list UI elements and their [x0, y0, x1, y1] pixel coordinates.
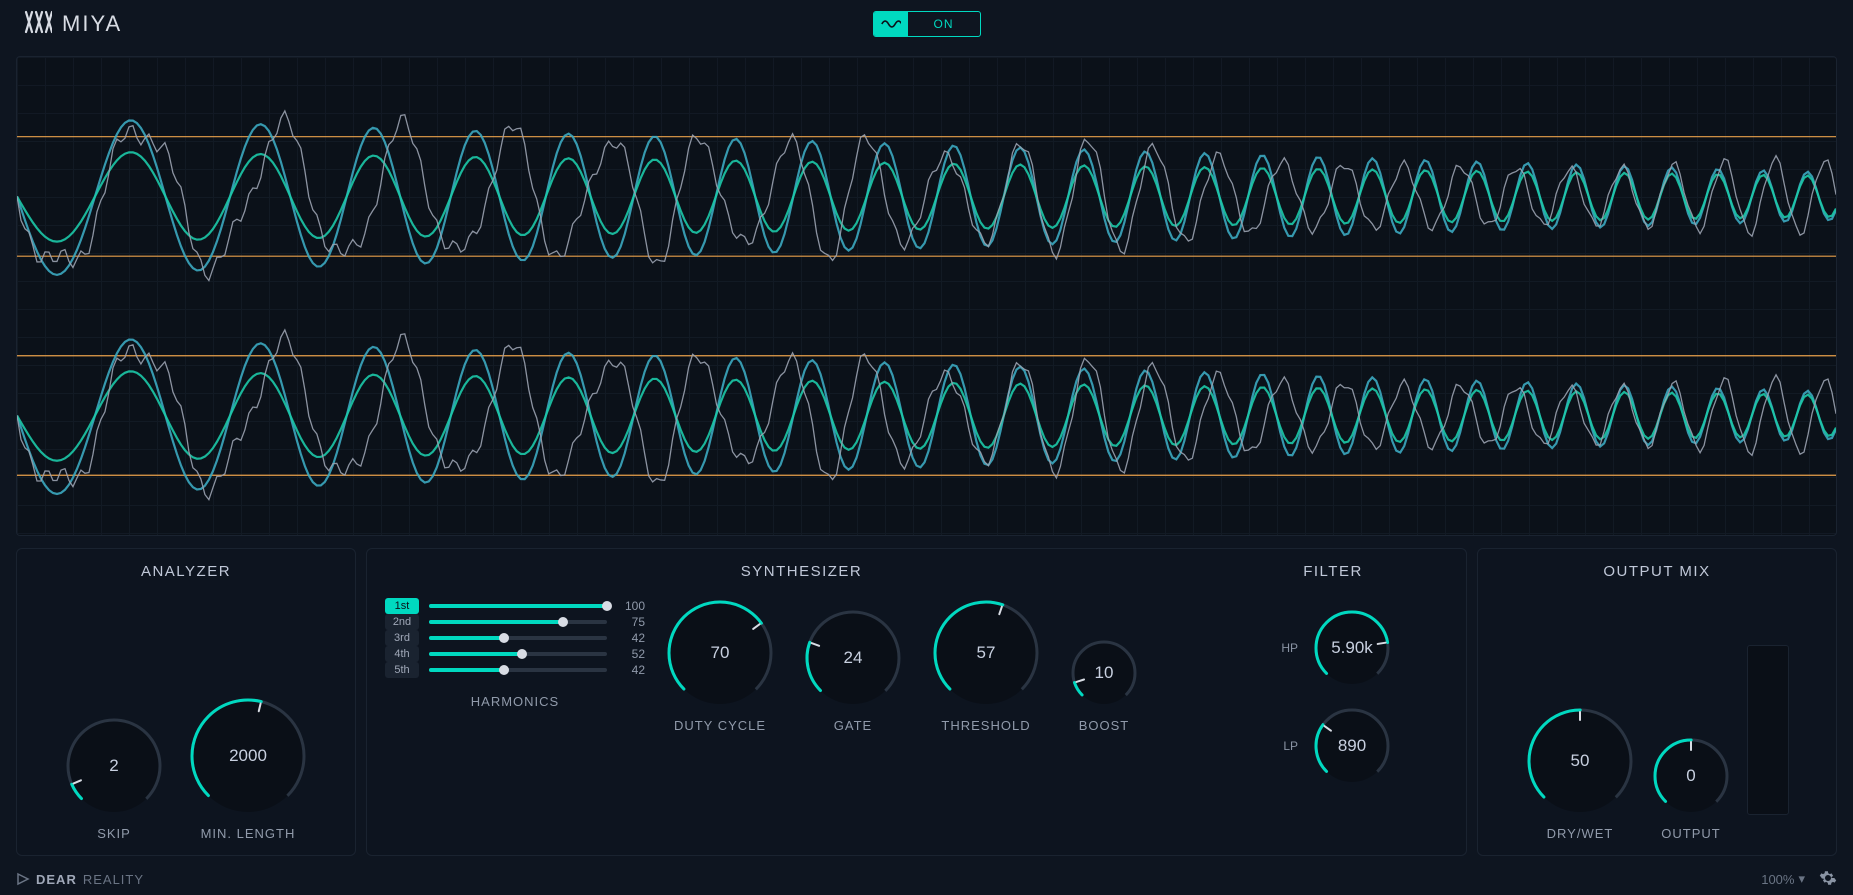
harmonics-label: HARMONICS	[385, 694, 645, 709]
settings-button[interactable]	[1819, 869, 1837, 890]
analyzer-title: ANALYZER	[35, 563, 337, 580]
dry-wet-label: DRY/WET	[1547, 826, 1614, 841]
harmonic-slider-5[interactable]: 5th 42	[385, 662, 645, 678]
harmonic-label: 3rd	[385, 630, 419, 646]
min-length-knob[interactable]: 2000	[188, 696, 308, 816]
synthesizer-panel: SYNTHESIZER 1st 100 2nd 75 3rd 42 4th	[366, 548, 1467, 856]
waveform-display	[16, 56, 1837, 536]
synthesizer-title: SYNTHESIZER	[385, 563, 1218, 580]
footer: DEAR REALITY 100% ▾	[0, 863, 1853, 895]
output-meters	[1747, 645, 1789, 815]
header: MIYA ON	[0, 0, 1853, 48]
duty-cycle-label: DUTY CYCLE	[674, 718, 766, 733]
harmonic-track[interactable]	[429, 652, 607, 656]
brand-logo-icon	[24, 10, 52, 39]
brand-footer: DEAR REALITY	[16, 872, 144, 887]
output-knob[interactable]: 0	[1651, 736, 1731, 816]
brand-triangle-icon	[16, 872, 30, 886]
threshold-label: THRESHOLD	[941, 718, 1030, 733]
output-panel: OUTPUT MIX 50 DRY/WET 0 OUTPUT	[1477, 548, 1837, 856]
zoom-value: 100%	[1761, 872, 1794, 887]
harmonic-label: 5th	[385, 662, 419, 678]
threshold-knob[interactable]: 57	[931, 598, 1041, 708]
harmonic-slider-4[interactable]: 4th 52	[385, 646, 645, 662]
harmonic-slider-3[interactable]: 3rd 42	[385, 630, 645, 646]
output-label: OUTPUT	[1661, 826, 1720, 841]
harmonic-track[interactable]	[429, 668, 607, 672]
waveform-canvas	[17, 57, 1836, 535]
harmonic-label: 4th	[385, 646, 419, 662]
lp-label: LP	[1274, 739, 1298, 753]
gear-icon	[1819, 869, 1837, 887]
harmonic-value: 42	[617, 631, 645, 645]
analyzer-panel: ANALYZER 2 SKIP 2000 MIN. LENGTH	[16, 548, 356, 856]
gate-label: GATE	[834, 718, 872, 733]
hp-label: HP	[1274, 641, 1298, 655]
harmonic-label: 1st	[385, 598, 419, 614]
chevron-down-icon: ▾	[1798, 871, 1805, 887]
hp-knob[interactable]: 5.90k	[1312, 608, 1392, 688]
gate-knob[interactable]: 24	[803, 608, 903, 708]
output-title: OUTPUT MIX	[1496, 563, 1818, 580]
skip-label: SKIP	[97, 826, 131, 841]
brand-light: REALITY	[83, 872, 144, 887]
harmonic-value: 52	[617, 647, 645, 661]
harmonics-group: 1st 100 2nd 75 3rd 42 4th 52 5th	[385, 598, 645, 709]
min-length-label: MIN. LENGTH	[201, 826, 296, 841]
lp-knob[interactable]: 890	[1312, 706, 1392, 786]
boost-label: BOOST	[1079, 718, 1130, 733]
harmonic-value: 100	[617, 599, 645, 613]
harmonic-value: 75	[617, 615, 645, 629]
harmonic-track[interactable]	[429, 636, 607, 640]
harmonic-track[interactable]	[429, 604, 607, 608]
filter-title: FILTER	[1303, 563, 1363, 580]
skip-knob[interactable]: 2	[64, 716, 164, 816]
harmonic-value: 42	[617, 663, 645, 677]
harmonic-slider-2[interactable]: 2nd 75	[385, 614, 645, 630]
brand-bold: DEAR	[36, 872, 77, 887]
power-toggle[interactable]: ON	[873, 11, 981, 37]
sine-wave-icon	[874, 12, 908, 36]
zoom-dropdown[interactable]: 100% ▾	[1761, 871, 1805, 887]
harmonic-label: 2nd	[385, 614, 419, 630]
harmonic-track[interactable]	[429, 620, 607, 624]
boost-knob[interactable]: 10	[1069, 638, 1139, 708]
duty-cycle-knob[interactable]: 70	[665, 598, 775, 708]
harmonic-slider-1[interactable]: 1st 100	[385, 598, 645, 614]
dry-wet-knob[interactable]: 50	[1525, 706, 1635, 816]
app-title: MIYA	[62, 11, 122, 37]
power-state-label: ON	[908, 17, 980, 31]
